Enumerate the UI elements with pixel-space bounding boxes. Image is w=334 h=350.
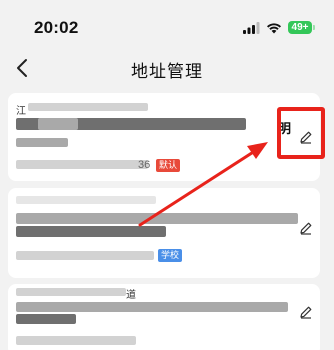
address-card[interactable]: 道 xyxy=(8,284,320,350)
battery-level: 49+ xyxy=(291,22,309,33)
blurred-address-line xyxy=(16,288,126,296)
blurred-name-line xyxy=(16,302,288,312)
nav-bar: 地址管理 xyxy=(0,52,334,86)
blurred-phone xyxy=(16,336,136,345)
blurred-name-line xyxy=(16,213,298,224)
pencil-icon[interactable] xyxy=(298,220,314,236)
blurred-phone xyxy=(16,251,154,260)
school-tag: 学校 xyxy=(158,249,183,262)
wifi-icon xyxy=(267,22,281,33)
status-time: 20:02 xyxy=(34,18,79,37)
status-bar: 20:02 49+ xyxy=(0,0,334,52)
blurred-address-line-2 xyxy=(16,138,68,147)
cellular-signal-icon xyxy=(243,21,260,34)
blurred-name-line-2 xyxy=(16,314,76,324)
blurred-address-line xyxy=(28,103,148,111)
default-tag: 默认 xyxy=(156,159,181,172)
blurred-address-line xyxy=(16,196,156,204)
address-line-visible-text: 江 xyxy=(16,106,26,117)
address-card-default[interactable]: 江 明 36 默认 xyxy=(8,93,320,181)
phone-visible-text: 36 xyxy=(138,159,151,171)
annotation-highlight-box xyxy=(277,107,325,159)
blurred-name-line-2 xyxy=(16,226,166,237)
address-line-visible-text: 道 xyxy=(126,290,136,301)
address-card-school[interactable]: 学校 xyxy=(8,188,320,278)
blurred-phone xyxy=(16,160,148,169)
system-icons: 49+ xyxy=(243,21,315,34)
battery-icon: 49+ xyxy=(288,21,315,34)
pencil-icon[interactable] xyxy=(298,304,314,320)
blurred-segment xyxy=(38,118,78,130)
page-title: 地址管理 xyxy=(131,62,203,81)
